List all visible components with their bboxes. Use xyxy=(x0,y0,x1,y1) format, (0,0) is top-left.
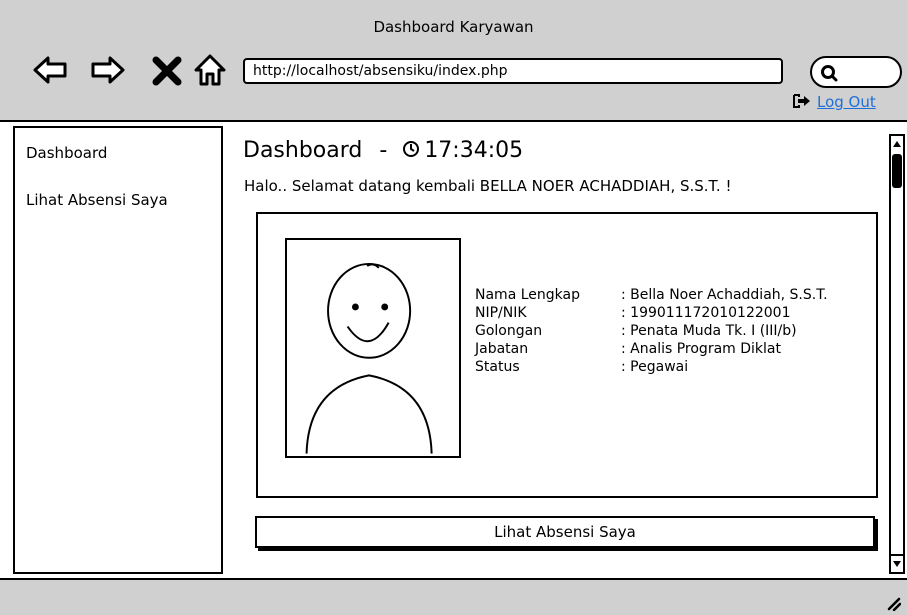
profile-value: : Penata Muda Tk. I (III/b) xyxy=(621,323,797,339)
profile-row: Nama Lengkap : Bella Noer Achaddiah, S.S… xyxy=(475,286,828,304)
page-title: Dashboard - 17:34:05 xyxy=(243,138,523,163)
profile-value: : 199011172010122001 xyxy=(621,305,791,321)
logout-link[interactable]: Log Out xyxy=(793,93,876,111)
browser-toolbar: Dashboard Karyawan http://localhost/abse… xyxy=(0,0,907,122)
home-icon[interactable] xyxy=(192,52,228,88)
profile-label: Golongan xyxy=(475,323,543,339)
title-separator: - xyxy=(379,138,388,163)
profile-value: : Bella Noer Achaddiah, S.S.T. xyxy=(621,287,828,303)
profile-value: : Pegawai xyxy=(621,359,689,375)
profile-label: Jabatan xyxy=(475,341,529,357)
search-field[interactable] xyxy=(810,56,902,88)
scroll-down-icon[interactable] xyxy=(891,558,903,570)
browser-window: Dashboard Karyawan http://localhost/abse… xyxy=(0,0,907,615)
profile-label: Status xyxy=(475,359,520,375)
scroll-up-icon[interactable] xyxy=(891,138,903,150)
profile-info: Nama Lengkap : Bella Noer Achaddiah, S.S… xyxy=(475,286,828,376)
logout-label[interactable]: Log Out xyxy=(817,93,876,111)
logout-icon xyxy=(793,94,810,108)
window-title: Dashboard Karyawan xyxy=(373,18,534,36)
lihat-absensi-button[interactable]: Lihat Absensi Saya xyxy=(255,516,875,548)
sidebar: Dashboard Lihat Absensi Saya xyxy=(13,126,223,574)
search-icon xyxy=(821,65,838,82)
sidebar-item-dashboard[interactable]: Dashboard xyxy=(26,144,107,162)
sidebar-item-lihat-absensi[interactable]: Lihat Absensi Saya xyxy=(26,191,168,209)
profile-value: : Analis Program Diklat xyxy=(621,341,781,357)
status-bar xyxy=(0,578,907,615)
profile-row: Golongan : Penata Muda Tk. I (III/b) xyxy=(475,322,828,340)
profile-row: Status : Pegawai xyxy=(475,358,828,376)
page-title-text: Dashboard xyxy=(243,138,363,163)
scroll-thumb[interactable] xyxy=(892,154,902,188)
resize-grip-icon[interactable] xyxy=(885,595,901,611)
profile-label: NIP/NIK xyxy=(475,305,527,321)
profile-row: Jabatan : Analis Program Diklat xyxy=(475,340,828,358)
arrow-left-icon[interactable] xyxy=(32,52,68,88)
profile-photo xyxy=(285,238,461,458)
welcome-message: Halo.. Selamat datang kembali BELLA NOER… xyxy=(244,177,732,195)
close-icon[interactable] xyxy=(150,52,186,88)
clock-time: 17:34:05 xyxy=(424,138,524,163)
scroll-divider xyxy=(891,554,903,556)
arrow-right-icon[interactable] xyxy=(90,52,126,88)
url-input[interactable]: http://localhost/absensiku/index.php xyxy=(243,58,783,84)
clock-icon xyxy=(403,141,420,157)
profile-row: NIP/NIK : 199011172010122001 xyxy=(475,304,828,322)
vertical-scrollbar[interactable] xyxy=(889,134,905,574)
profile-label: Nama Lengkap xyxy=(475,287,580,303)
